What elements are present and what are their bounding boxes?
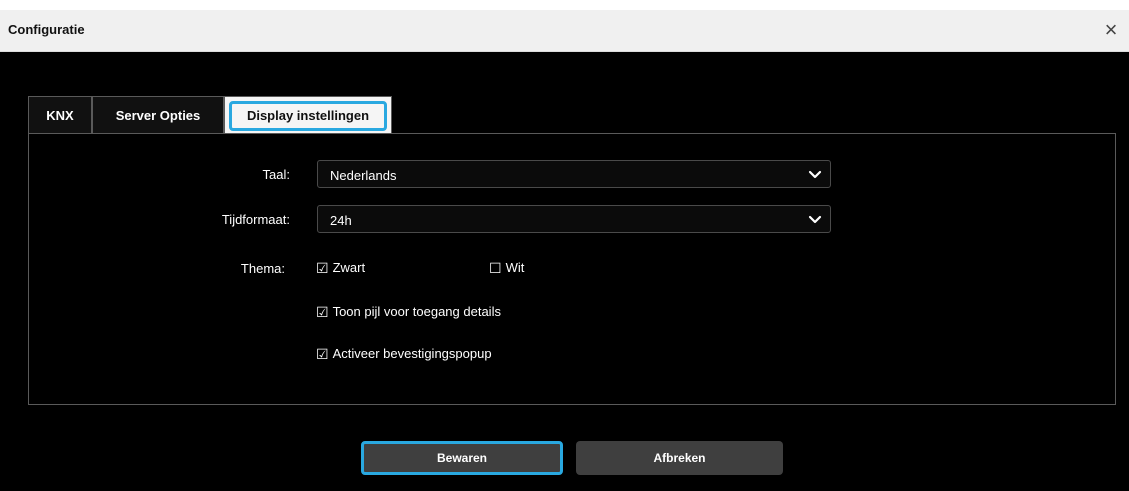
- tab-server-opties[interactable]: Server Opties: [92, 96, 224, 134]
- configuration-dialog: Configuratie × KNX Server Opties Display…: [0, 10, 1129, 491]
- checkbox-checked-icon: ☑: [316, 259, 329, 276]
- tab-label: KNX: [46, 108, 74, 123]
- checkbox-checked-icon: ☑: [316, 345, 329, 362]
- tab-label: Display instellingen: [246, 108, 370, 123]
- confirm-popup-checkbox[interactable]: ☑ Activeer bevestigingspopup: [316, 346, 492, 361]
- theme-zwart-checkbox[interactable]: ☑ Zwart: [316, 260, 365, 275]
- language-select[interactable]: Nederlands: [317, 160, 831, 188]
- theme-label: Thema:: [240, 261, 285, 276]
- language-select-value: Nederlands: [330, 168, 397, 183]
- checkbox-unchecked-icon: ☐: [489, 259, 502, 276]
- close-icon[interactable]: ×: [1099, 18, 1123, 42]
- language-label: Taal:: [262, 167, 290, 182]
- theme-wit-checkbox[interactable]: ☐ Wit: [489, 260, 524, 275]
- checkbox-label: Activeer bevestigingspopup: [332, 346, 492, 361]
- tab-knx[interactable]: KNX: [28, 96, 92, 134]
- time-format-label: Tijdformaat:: [221, 212, 290, 227]
- save-button[interactable]: Bewaren: [361, 441, 563, 475]
- cancel-button[interactable]: Afbreken: [576, 441, 783, 475]
- dialog-title: Configuratie: [8, 22, 85, 37]
- tab-display-instellingen[interactable]: Display instellingen: [224, 96, 392, 134]
- time-format-select-value: 24h: [330, 213, 352, 228]
- checkbox-label: Zwart: [332, 260, 366, 275]
- checkbox-label: Toon pijl voor toegang details: [332, 304, 501, 319]
- checkbox-checked-icon: ☑: [316, 303, 329, 320]
- tab-label: Server Opties: [115, 108, 201, 123]
- chevron-down-icon: [808, 170, 822, 179]
- chevron-down-icon: [808, 215, 822, 224]
- time-format-select[interactable]: 24h: [317, 205, 831, 233]
- show-arrow-checkbox[interactable]: ☑ Toon pijl voor toegang details: [316, 304, 501, 319]
- dialog-titlebar: Configuratie ×: [0, 10, 1129, 52]
- display-settings-panel: Taal: Nederlands Tijdformaat: 24h Thema:…: [28, 133, 1116, 405]
- checkbox-label: Wit: [505, 260, 525, 275]
